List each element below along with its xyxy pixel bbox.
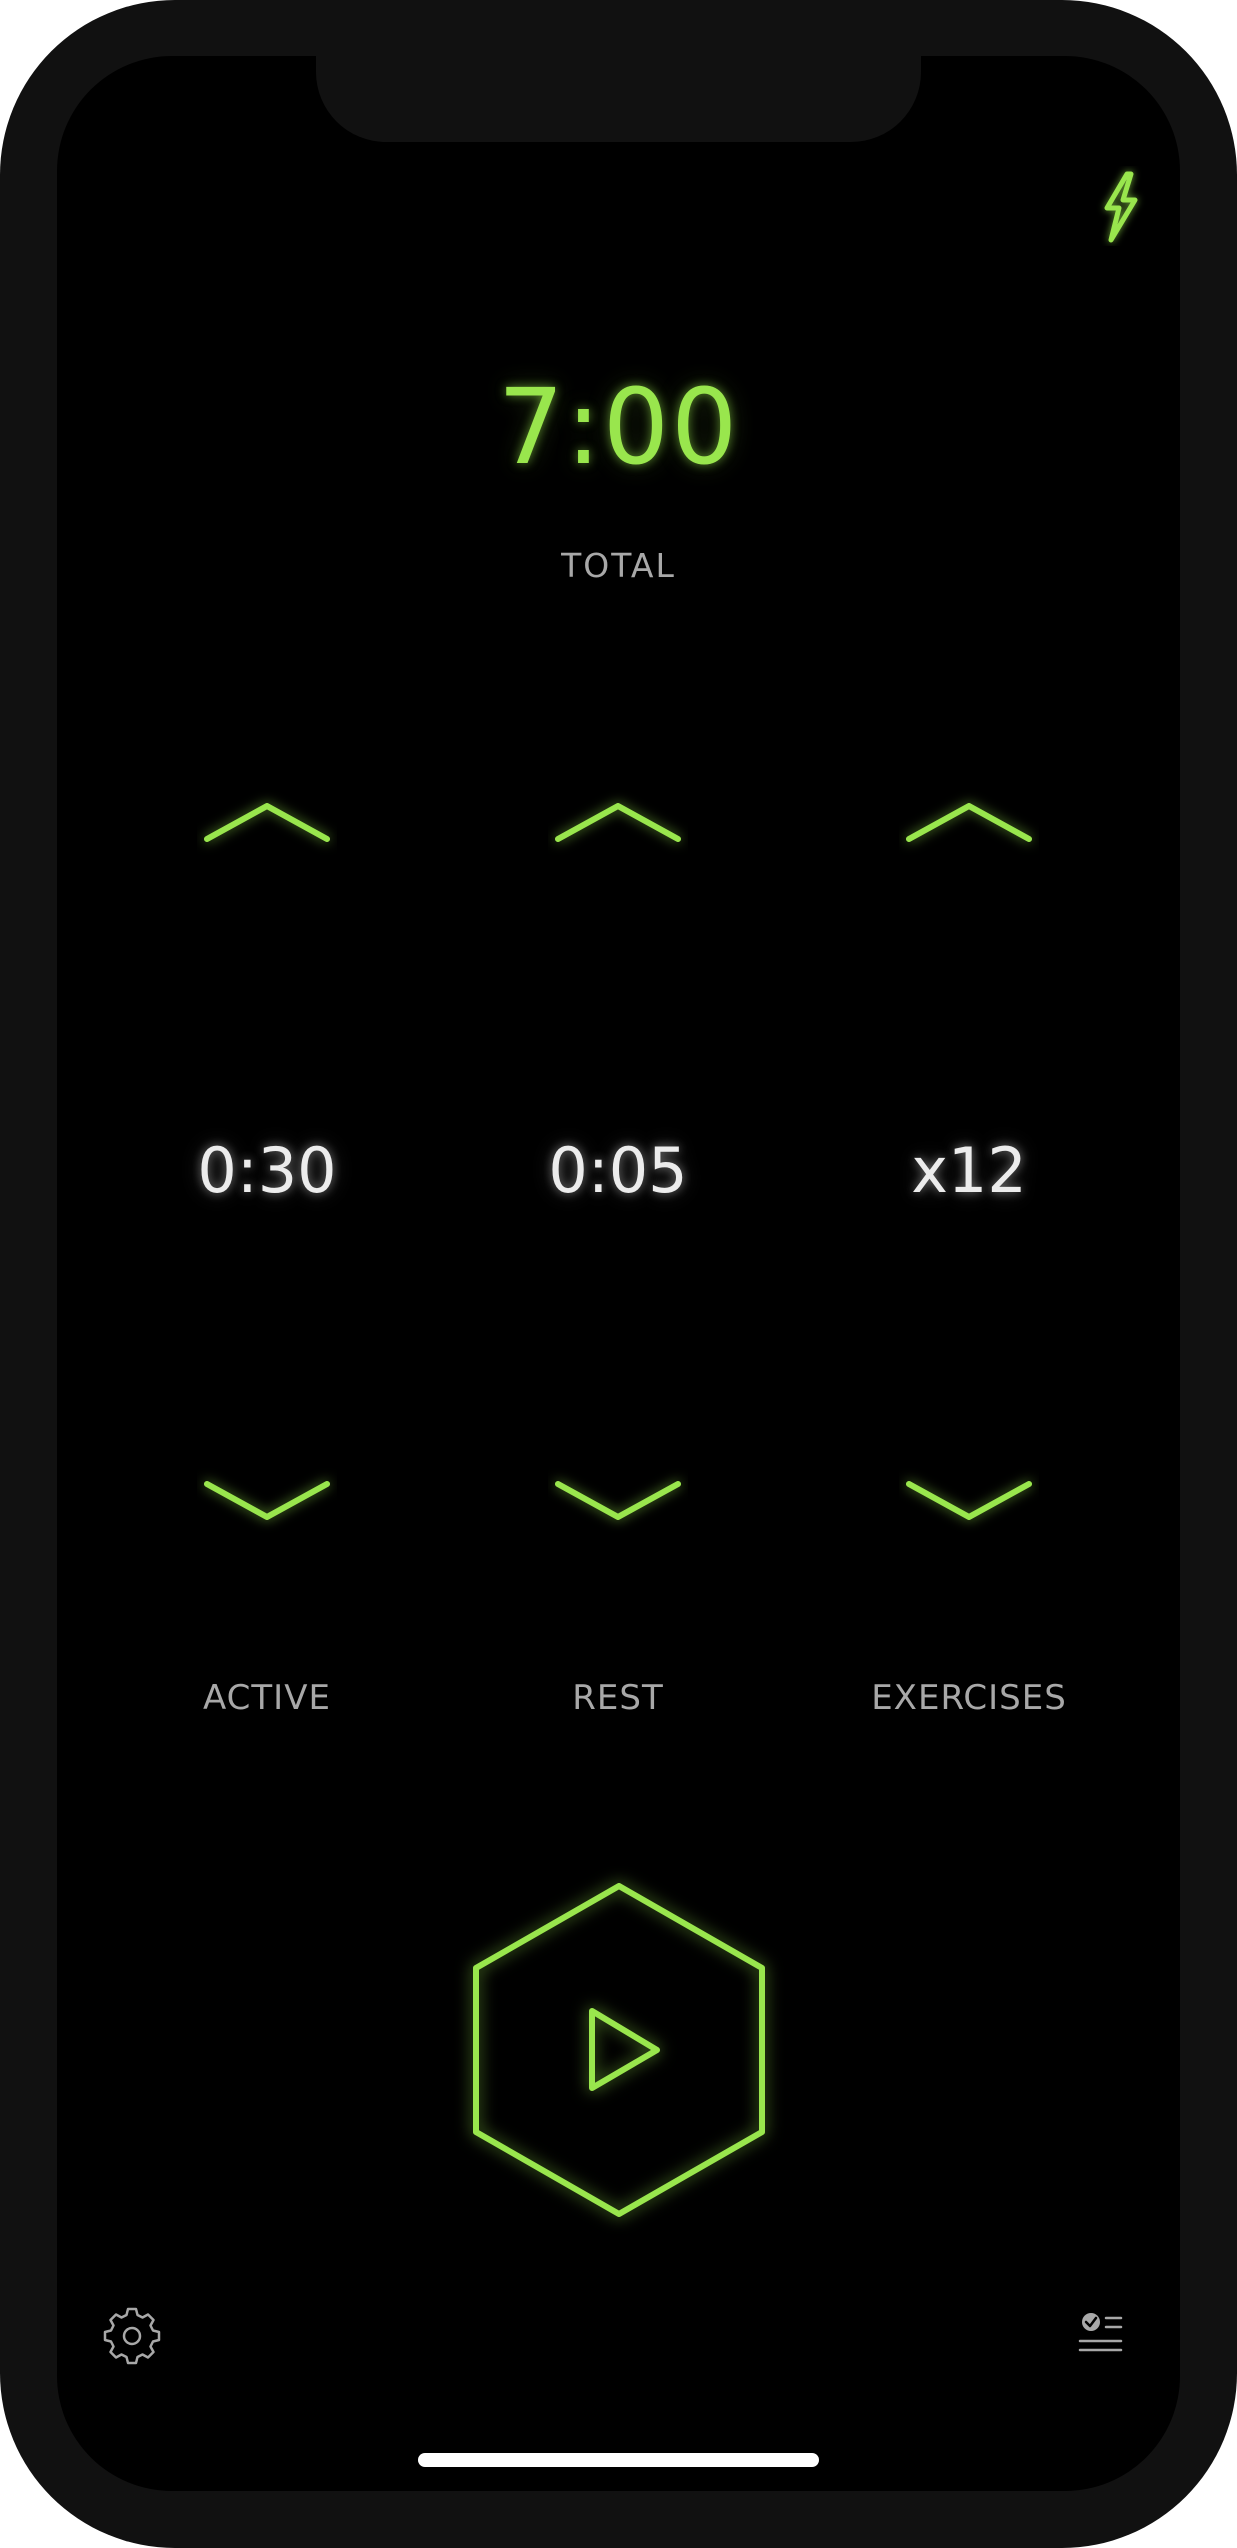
play-hexagon-icon (473, 1883, 765, 2217)
total-time: 7:00 (497, 366, 740, 488)
gear-icon[interactable] (102, 2306, 162, 2366)
exercises-decrease-button[interactable] (899, 1466, 1039, 1536)
chevron-down-icon (906, 1481, 1032, 1520)
rest-value: 0:05 (548, 1134, 688, 1207)
active-label: ACTIVE (203, 1678, 331, 1718)
lightning-bolt-icon[interactable] (1079, 166, 1159, 246)
app-screen: 7:00 TOTAL 0:30 ACTIVE 0:05 REST x12 EXE… (57, 56, 1180, 2491)
checklist-icon[interactable] (1077, 2308, 1137, 2364)
exercises-value: x12 (911, 1134, 1027, 1207)
rest-decrease-button[interactable] (548, 1466, 688, 1536)
rest-increase-button[interactable] (548, 786, 688, 856)
rest-label: REST (572, 1678, 664, 1718)
phone-frame: 7:00 TOTAL 0:30 ACTIVE 0:05 REST x12 EXE… (0, 0, 1237, 2548)
device-notch (316, 56, 921, 142)
start-button[interactable] (457, 1866, 781, 2238)
active-decrease-button[interactable] (197, 1466, 337, 1536)
chevron-up-icon (906, 803, 1032, 842)
chevron-down-icon (555, 1481, 681, 1520)
active-value: 0:30 (197, 1134, 337, 1207)
active-increase-button[interactable] (197, 786, 337, 856)
home-indicator[interactable] (418, 2453, 819, 2467)
chevron-down-icon (204, 1481, 330, 1520)
total-label: TOTAL (561, 546, 676, 585)
exercises-increase-button[interactable] (899, 786, 1039, 856)
chevron-up-icon (204, 803, 330, 842)
exercises-label: EXERCISES (871, 1678, 1067, 1718)
chevron-up-icon (555, 803, 681, 842)
